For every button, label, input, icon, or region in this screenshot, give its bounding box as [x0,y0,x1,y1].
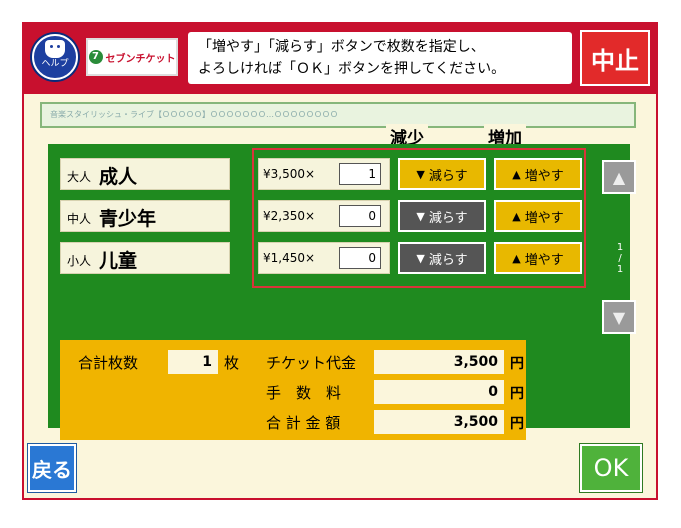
total-count-label: 合計枚数 [78,354,139,372]
page-separator: / [618,253,622,264]
up-triangle-icon: ▲ [512,251,521,265]
down-triangle-icon: ▼ [416,251,425,265]
ticket-price: ¥1,450× [263,251,316,265]
price-cell-youth: ¥2,350× 0 [258,200,390,232]
total-count-value: 1 [168,350,218,374]
ticket-fee-value: 3,500 [374,350,504,374]
decrease-button-youth[interactable]: ▼ 減らす [398,200,486,232]
down-triangle-icon: ▼ [416,167,425,181]
times-sign: × [305,209,316,223]
page-current: 1 [616,242,624,253]
ticket-size: 小人 [67,254,92,268]
ticket-row-child: 小人 儿童 [60,242,230,274]
quantity-field-youth: 0 [339,205,381,227]
back-button[interactable]: 戻る [28,444,76,492]
ticket-row-adult: 大人 成人 [60,158,230,190]
increase-button-youth[interactable]: ▲ 増やす [494,200,582,232]
stop-button[interactable]: 中止 [580,30,650,86]
scroll-up-button[interactable]: ▲ [602,160,636,194]
page-total: 1 [616,264,624,275]
ticket-name: 儿童 [99,250,138,272]
yen-unit: 円 [510,386,524,402]
instructions-line-2: よろしければ「ＯＫ」ボタンを押してください。 [198,61,506,77]
ticket-size: 中人 [67,212,92,226]
seven-ticket-logo: 7 セブンチケット [86,38,178,76]
increase-button-adult[interactable]: ▲ 増やす [494,158,582,190]
ok-button[interactable]: OK [580,444,642,492]
header-bar: ヘルプ 7 セブンチケット 「増やす」「減らす」ボタンで枚数を指定し、 よろしけ… [24,24,656,94]
yen-unit: 円 [510,356,524,372]
seven-logo-icon: 7 [88,50,103,64]
times-sign: × [305,251,316,265]
ticket-size: 大人 [67,170,92,184]
yen-unit: 円 [510,416,524,432]
quantity-field-adult: 1 [339,163,381,185]
event-title-bar: 音楽スタイリッシュ・ライブ【ＯＯＯＯＯ】ＯＯＯＯＯＯＯ…ＯＯＯＯＯＯＯＯ [40,102,636,128]
ticket-fee-label: チケット代金 [266,354,357,372]
price-cell-child: ¥1,450× 0 [258,242,390,274]
summary-box: 合計枚数 1 枚 チケット代金 3,500 円 手 数 料 0 円 合 計 金 … [60,340,526,440]
handling-fee-label: 手 数 料 [266,384,342,402]
help-label: ヘルプ [41,59,69,69]
decrease-button-adult[interactable]: ▼ 減らす [398,158,486,190]
ticket-name: 成人 [99,166,138,188]
scroll-down-button[interactable]: ▼ [602,300,636,334]
total-amount-value: 3,500 [374,410,504,434]
ticket-price: ¥3,500× [263,167,316,181]
help-face-icon [45,40,65,58]
total-amount-label: 合 計 金 額 [266,414,341,432]
main-frame: ヘルプ 7 セブンチケット 「増やす」「減らす」ボタンで枚数を指定し、 よろしけ… [22,22,658,500]
price-cell-adult: ¥3,500× 1 [258,158,390,190]
ticket-name: 青少年 [99,208,157,230]
page-indicator: 1 / 1 [613,242,627,275]
up-triangle-icon: ▲ [512,209,521,223]
count-unit: 枚 [224,354,240,372]
increase-button-child[interactable]: ▲ 増やす [494,242,582,274]
logo-text: セブンチケット [105,53,176,65]
ticket-panel: 大人 成人 ¥3,500× 1 ▼ 減らす ▲ 増やす 中人 青少年 ¥2,350×… [48,144,636,440]
instructions-line-1: 「増やす」「減らす」ボタンで枚数を指定し、 [198,39,485,55]
ticket-price: ¥2,350× [263,209,316,223]
instructions-box: 「増やす」「減らす」ボタンで枚数を指定し、 よろしければ「ＯＫ」ボタンを押してく… [188,32,572,84]
help-button[interactable]: ヘルプ [32,34,78,80]
ticket-row-youth: 中人 青少年 [60,200,230,232]
down-triangle-icon: ▼ [416,209,425,223]
quantity-field-child: 0 [339,247,381,269]
times-sign: × [305,167,316,181]
handling-fee-value: 0 [374,380,504,404]
up-triangle-icon: ▲ [512,167,521,181]
decrease-button-child[interactable]: ▼ 減らす [398,242,486,274]
